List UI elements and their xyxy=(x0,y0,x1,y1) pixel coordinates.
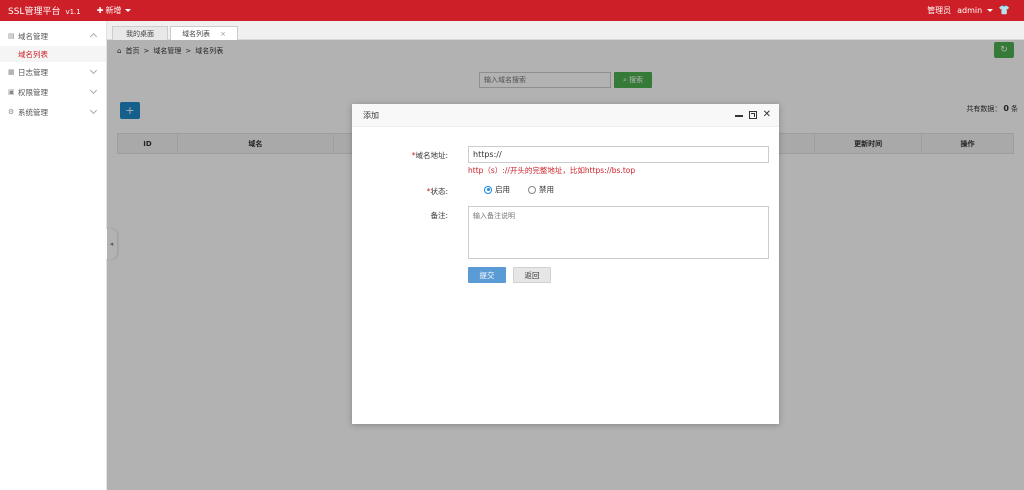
radio-checked-icon xyxy=(484,185,492,194)
status-enable-radio[interactable]: 启用 xyxy=(484,184,510,195)
app-version: v1.1 xyxy=(65,8,81,16)
sidebar-subitem-domain-list[interactable]: 域名列表 xyxy=(0,46,106,62)
tab-bar: 我的桌面 域名列表 × xyxy=(107,21,1024,40)
close-icon[interactable]: × xyxy=(220,30,226,38)
sidebar-item-label: 日志管理 xyxy=(18,67,48,77)
url-field[interactable]: https:// xyxy=(468,146,769,163)
tab-domain-list[interactable]: 域名列表 × xyxy=(170,26,238,40)
top-bar: SSL管理平台 v1.1 ✚ 新增 管理员 admin 👕 xyxy=(0,0,1024,21)
sidebar-item-label: 系统管理 xyxy=(18,107,48,117)
note-label: 备注: xyxy=(430,211,448,220)
domain-icon: ▤ xyxy=(8,31,15,40)
shirt-icon[interactable]: 👕 xyxy=(999,6,1010,16)
status-disable-radio[interactable]: 禁用 xyxy=(528,184,554,195)
gear-icon: ⚙ xyxy=(8,107,15,116)
sidebar-subitem-label: 域名列表 xyxy=(18,49,48,59)
radio-unchecked-icon xyxy=(528,185,536,194)
tab-label: 域名列表 xyxy=(182,29,211,38)
sidebar-item-domain[interactable]: ▤ 域名管理 xyxy=(0,26,106,46)
note-textarea[interactable] xyxy=(468,206,769,259)
user-role: 管理员 xyxy=(927,6,952,15)
sidebar-item-system[interactable]: ⚙ 系统管理 xyxy=(0,102,106,122)
plus-icon: ✚ xyxy=(96,6,104,15)
user-area: 管理员 admin 👕 xyxy=(927,5,1024,16)
back-button[interactable]: 返回 xyxy=(513,267,551,283)
chevron-down-icon xyxy=(89,106,98,115)
url-label: *域名地址: xyxy=(411,151,448,160)
user-menu[interactable]: admin xyxy=(957,6,993,15)
chevron-up-icon xyxy=(89,32,98,41)
user-name: admin xyxy=(957,6,983,15)
status-radio-group: 启用 禁用 xyxy=(484,184,554,195)
chevron-down-icon xyxy=(89,66,98,75)
maximize-icon[interactable] xyxy=(748,110,757,119)
tab-label: 我的桌面 xyxy=(126,29,154,38)
permission-icon: ▣ xyxy=(8,87,15,96)
sidebar-item-label: 域名管理 xyxy=(18,31,48,41)
submit-button[interactable]: 提交 xyxy=(468,267,506,283)
new-menu-label: 新增 xyxy=(105,6,122,15)
radio-label: 启用 xyxy=(495,185,510,194)
dialog-controls: ✕ xyxy=(734,110,771,120)
app-title: SSL管理平台 xyxy=(8,7,61,17)
close-icon[interactable]: ✕ xyxy=(763,110,771,120)
log-icon: ▦ xyxy=(8,67,15,76)
chevron-down-icon xyxy=(89,86,98,95)
chevron-down-icon xyxy=(986,9,993,12)
sidebar-item-label: 权限管理 xyxy=(18,87,48,97)
brand: SSL管理平台 v1.1 xyxy=(0,4,81,17)
sidebar-item-log[interactable]: ▦ 日志管理 xyxy=(0,62,106,82)
minimize-icon[interactable] xyxy=(734,115,743,117)
dialog-header: 添加 ✕ xyxy=(352,104,779,127)
sidebar-item-permission[interactable]: ▣ 权限管理 xyxy=(0,82,106,102)
sidebar: ▤ 域名管理 域名列表 ▦ 日志管理 ▣ 权限管理 ⚙ 系统管理 xyxy=(0,21,107,490)
status-label: *状态: xyxy=(426,187,448,196)
new-menu-button[interactable]: ✚ 新增 xyxy=(97,5,132,16)
dialog-title: 添加 xyxy=(363,110,379,120)
radio-label: 禁用 xyxy=(539,185,554,194)
add-dialog: 添加 ✕ *域名地址: https:// http（s）://开头的完整地址，比… xyxy=(352,104,779,424)
tab-desktop[interactable]: 我的桌面 xyxy=(112,26,168,40)
chevron-down-icon xyxy=(125,9,132,12)
url-hint: http（s）://开头的完整地址，比如https://bs.top xyxy=(468,166,636,175)
